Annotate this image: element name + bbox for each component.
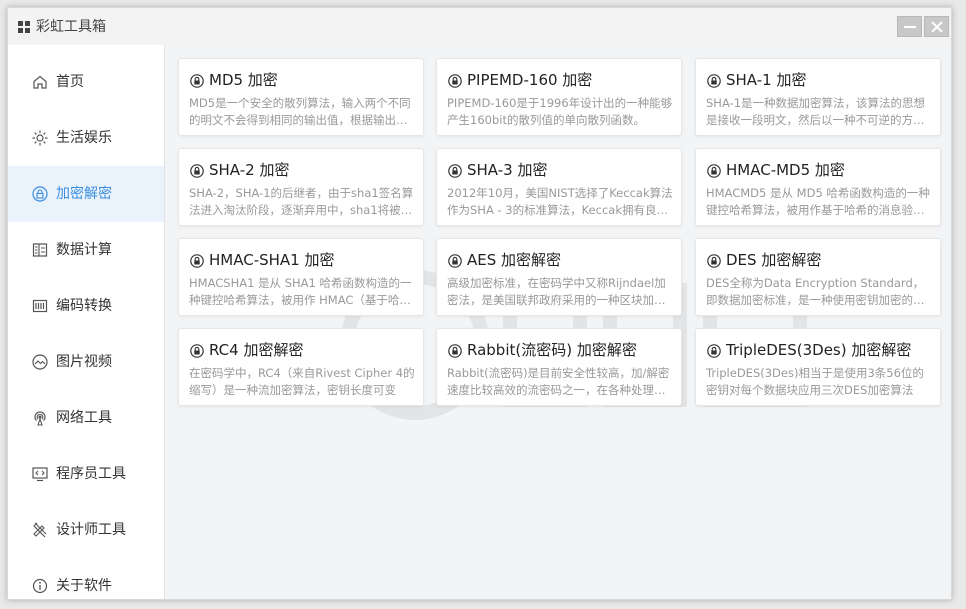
info-icon xyxy=(32,578,48,594)
sidebar-item-life[interactable]: 生活娱乐 xyxy=(8,110,164,166)
sidebar-item-home[interactable]: 首页 xyxy=(8,54,164,110)
sidebar-item-label: 首页 xyxy=(56,74,84,90)
sidebar-item-designer[interactable]: 设计师工具 xyxy=(8,502,164,558)
tool-card-description: HMACMD5 是从 MD5 哈希函数构造的一种键控哈希算法，被用作基于哈希的消… xyxy=(706,186,930,217)
tool-card-title: HMAC-MD5 加密 xyxy=(726,161,845,179)
lock-icon xyxy=(707,74,721,88)
minimize-button[interactable] xyxy=(897,16,922,37)
tool-card[interactable]: TripleDES(3Des) 加密解密 TripleDES(3Des)相当于是使… xyxy=(695,328,941,406)
lock-icon xyxy=(448,344,462,358)
design-tools-icon xyxy=(33,522,47,538)
tool-card-title: MD5 加密 xyxy=(209,71,278,89)
sidebar-item-crypto[interactable]: 加密解密 xyxy=(8,166,164,222)
lock-icon xyxy=(190,254,204,268)
tool-card-description: MD5是一个安全的散列算法，输入两个不同的明文不会得到相同的输出值，根据输出值，… xyxy=(189,96,411,127)
tool-card[interactable]: RC4 加密解密在密码学中，RC4（来自Rivest Cipher 4的缩写）是… xyxy=(178,328,424,406)
tool-card[interactable]: HMAC-SHA1 加密 HMACSHA1 是从 SHA1 哈希函数构造的一种键控… xyxy=(178,238,424,316)
window-title: 彩虹工具箱 xyxy=(36,19,106,35)
sidebar: 首页 生活娱乐 加密解密 数据计算 编码转换 图片视频 网络工具 程序员工具 设… xyxy=(8,45,165,599)
tool-card-title: SHA-1 加密 xyxy=(726,71,807,89)
tool-card-title: Rabbit(流密码) 加密解密 xyxy=(467,341,637,359)
tool-card-title: TripleDES(3Des) 加密解密 xyxy=(726,341,912,359)
tool-card[interactable]: Rabbit(流密码) 加密解密 Rabbit(流密码)是目前安全性较高，加/解密… xyxy=(436,328,682,406)
lock-icon xyxy=(190,74,204,88)
tool-card-title: SHA-3 加密 xyxy=(467,161,548,179)
tool-card-title: PIPEMD-160 加密 xyxy=(467,71,593,89)
sidebar-item-label: 编码转换 xyxy=(56,298,112,314)
tool-card-description: 高级加密标准，在密码学中又称Rijndael加密法，是美国联邦政府采用的一种区块… xyxy=(447,276,666,307)
tool-card-description: 2012年10月，美国NIST选择了Keccak算法作为SHA - 3的标准算法… xyxy=(447,186,673,217)
tool-card-description: SHA-1是一种数据加密算法，该算法的思想是接收一段明文，然后以一种不可逆的方式… xyxy=(706,96,926,127)
sidebar-item-developer[interactable]: 程序员工具 xyxy=(8,446,164,502)
sidebar-item-network[interactable]: 网络工具 xyxy=(8,390,164,446)
app-window: 彩虹工具箱 首页 生活娱乐 加密解密 数据计算 编码转换 图片视频 网络工具 程… xyxy=(7,7,952,600)
sun-icon xyxy=(32,130,48,146)
barcode-icon xyxy=(32,299,48,313)
lock-icon xyxy=(190,164,204,178)
lock-icon xyxy=(32,186,48,202)
sidebar-item-label: 数据计算 xyxy=(56,242,112,258)
title-bar: 彩虹工具箱 xyxy=(8,8,951,45)
lock-icon xyxy=(707,344,721,358)
sidebar-item-label: 关于软件 xyxy=(56,578,112,594)
lock-icon xyxy=(707,254,721,268)
tool-card-description: HMACSHA1 是从 SHA1 哈希函数构造的一种键控哈希算法，被用作 HMA… xyxy=(189,276,412,307)
tool-card-title: AES 加密解密 xyxy=(467,251,562,269)
home-icon xyxy=(33,75,47,89)
tool-card-description: 在密码学中，RC4（来自Rivest Cipher 4的缩写）是一种流加密算法，… xyxy=(189,366,415,397)
sidebar-item-encoding[interactable]: 编码转换 xyxy=(8,278,164,334)
lock-icon xyxy=(448,164,462,178)
tool-card-description: DES全称为Data Encryption Standard，即数据加密标准，是… xyxy=(706,276,925,307)
tool-card-description: TripleDES(3Des)相当于是使用3条56位的密钥对每个数据块应用三次D… xyxy=(706,366,924,397)
sidebar-item-media[interactable]: 图片视频 xyxy=(8,334,164,390)
tool-card[interactable]: SHA-2 加密 SHA-2，SHA-1的后继者，由于sha1签名算法进入淘汰阶段… xyxy=(178,148,424,226)
tool-card[interactable]: DES 加密解密 DES全称为Data Encryption Standard，即… xyxy=(695,238,941,316)
sidebar-item-label: 程序员工具 xyxy=(56,466,126,482)
tool-card[interactable]: SHA-3 加密 2012年10月，美国NIST选择了Keccak算法作为SHA … xyxy=(436,148,682,226)
tool-card[interactable]: AES 加密解密高级加密标准，在密码学中又称Rijndael加密法，是美国联邦政… xyxy=(436,238,682,316)
sidebar-item-calc[interactable]: 数据计算 xyxy=(8,222,164,278)
calculator-icon xyxy=(32,243,48,257)
code-icon xyxy=(32,467,48,482)
tool-card-title: RC4 加密解密 xyxy=(209,341,304,359)
sidebar-item-label: 加密解密 xyxy=(56,186,112,202)
tool-card-title: HMAC-SHA1 加密 xyxy=(209,251,335,269)
lock-icon xyxy=(448,74,462,88)
tool-card[interactable]: SHA-1 加密 SHA-1是一种数据加密算法，该算法的思想是接收一段明文，然后以… xyxy=(695,58,941,136)
tool-card-title: DES 加密解密 xyxy=(726,251,822,269)
tool-card-title: SHA-2 加密 xyxy=(209,161,290,179)
sidebar-item-label: 生活娱乐 xyxy=(56,130,112,146)
tool-grid: MD5 加密 MD5是一个安全的散列算法，输入两个不同的明文不会得到相同的输出值，… xyxy=(165,45,951,599)
lock-icon xyxy=(707,164,721,178)
sidebar-item-about[interactable]: 关于软件 xyxy=(8,558,164,599)
broadcast-icon xyxy=(34,411,46,426)
sidebar-item-label: 图片视频 xyxy=(56,354,112,370)
sidebar-item-label: 网络工具 xyxy=(56,410,112,426)
tool-card-description: Rabbit(流密码)是目前安全性较高，加/解密速度比较高效的流密码之一，在各种… xyxy=(447,366,670,397)
image-icon xyxy=(32,354,48,370)
close-button[interactable] xyxy=(924,16,949,37)
tool-card[interactable]: HMAC-MD5 加密 HMACMD5 是从 MD5 哈希函数构造的一种键控哈希算… xyxy=(695,148,941,226)
tool-card-description: PIPEMD-160是于1996年设计出的一种能够产生160bit的散列值的单向… xyxy=(447,96,673,127)
tool-card[interactable]: PIPEMD-160 加密 PIPEMD-160是于1996年设计出的一种能够产生… xyxy=(436,58,682,136)
tool-card[interactable]: MD5 加密 MD5是一个安全的散列算法，输入两个不同的明文不会得到相同的输出值，… xyxy=(178,58,424,136)
sidebar-item-label: 设计师工具 xyxy=(56,522,126,538)
tool-card-description: SHA-2，SHA-1的后继者，由于sha1签名算法进入淘汰阶段，逐渐弃用中，s… xyxy=(189,186,414,217)
lock-icon xyxy=(190,344,204,358)
lock-icon xyxy=(448,254,462,268)
app-grid-icon xyxy=(18,21,30,33)
